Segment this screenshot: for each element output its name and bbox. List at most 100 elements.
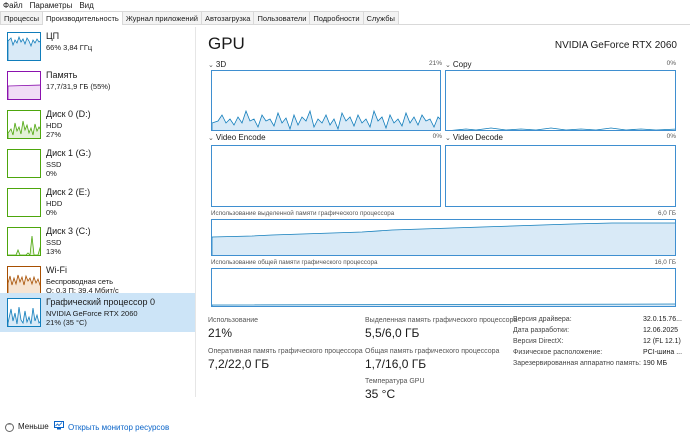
memory-mini-graph — [7, 71, 41, 100]
engine-percent: 0% — [666, 133, 676, 140]
driver-date-label: Дата разработки: — [513, 327, 570, 334]
tab-users[interactable]: Пользователи — [253, 11, 311, 24]
engine-label: 3D — [215, 60, 227, 69]
reserved-memory-value: 190 МБ — [643, 360, 668, 367]
sidebar-item-title: Графический процессор 0 — [46, 297, 156, 307]
gpu-mini-graph — [7, 298, 41, 327]
menu-options[interactable]: Параметры — [30, 0, 73, 11]
engine-video-encode-selector[interactable]: ⌄ Video Encode — [208, 133, 266, 143]
sidebar-item-type: HDD — [46, 121, 63, 130]
sidebar-item-disk-1[interactable]: Диск 1 (G:) SSD 0% — [0, 144, 195, 183]
menu-view[interactable]: Вид — [79, 0, 93, 11]
gpu-model-name: NVIDIA GeForce RTX 2060 — [554, 40, 677, 51]
physical-location-value: PCI-шина ... — [643, 349, 683, 356]
sidebar-item-type: SSD — [46, 160, 62, 169]
dedicated-memory-value: 5,5/6,0 ГБ — [365, 326, 420, 340]
engine-label: Copy — [452, 60, 472, 69]
engine-video-decode-selector[interactable]: ⌄ Video Decode — [445, 133, 503, 143]
engine-percent: 0% — [666, 60, 676, 67]
bottom-bar: ⌃ Меньше Открыть монитор ресурсов — [0, 419, 690, 437]
engine-video-encode-graph — [211, 145, 441, 207]
open-resource-monitor-link[interactable]: Открыть монитор ресурсов — [54, 420, 169, 435]
sidebar-item-title: Диск 2 (E:) — [46, 187, 91, 197]
sidebar-item-usage: 21% (35 °C) — [46, 318, 87, 327]
sidebar-item-model: NVIDIA GeForce RTX 2060 — [46, 309, 138, 318]
dedicated-memory-graph-max: 6,0 ГБ — [657, 210, 676, 217]
engine-3d-selector[interactable]: ⌄ 3D — [208, 60, 226, 70]
sidebar-item-title: Память — [46, 70, 78, 80]
gpu-temperature-value: 35 °C — [365, 387, 396, 401]
chevron-down-icon: ⌄ — [208, 135, 214, 142]
sidebar-item-detail: 17,7/31,9 ГБ (55%) — [46, 82, 111, 91]
fewer-details-button[interactable]: ⌃ Меньше — [5, 420, 49, 434]
tab-startup[interactable]: Автозагрузка — [200, 11, 255, 24]
sidebar: ЦП 66% 3,84 ГГц Память 17,7/31,9 ГБ (55%… — [0, 27, 196, 397]
wifi-mini-graph — [7, 266, 41, 295]
engine-copy-selector[interactable]: ⌄ Copy — [445, 60, 472, 70]
sidebar-item-memory[interactable]: Память 17,7/31,9 ГБ (55%) — [0, 66, 195, 105]
engine-label: Video Encode — [215, 133, 266, 142]
sidebar-item-disk-2[interactable]: Диск 2 (E:) HDD 0% — [0, 183, 195, 222]
engine-3d-plot — [212, 109, 440, 130]
menu-file[interactable]: Файл — [3, 0, 23, 11]
tab-processes[interactable]: Процессы — [0, 11, 44, 24]
sidebar-item-usage: 27% — [46, 130, 62, 139]
dedicated-memory-plot — [212, 222, 675, 255]
sidebar-item-usage: 0% — [46, 169, 57, 178]
driver-version-value: 32.0.15.76... — [643, 316, 682, 323]
shared-memory-label: Общая память графического процессора — [365, 348, 500, 355]
chevron-down-icon: ⌄ — [208, 62, 214, 69]
tab-details[interactable]: Подробности — [309, 11, 364, 24]
utilization-label: Использование — [208, 317, 259, 324]
gpu-temperature-label: Температура GPU — [365, 378, 425, 385]
directx-version-value: 12 (FL 12.1) — [643, 338, 681, 345]
engine-percent: 0% — [432, 133, 442, 140]
sidebar-item-title: Диск 3 (C:) — [46, 226, 91, 236]
sidebar-item-usage: 13% — [46, 247, 62, 256]
reserved-memory-label: Зарезервированная аппаратно память: — [513, 360, 641, 367]
sidebar-item-title: Диск 1 (G:) — [46, 148, 92, 158]
disk-mini-graph — [7, 188, 41, 217]
tab-bar: Процессы Производительность Журнал прило… — [0, 11, 690, 25]
engine-copy-plot — [451, 127, 675, 130]
sidebar-item-title: Wi-Fi — [46, 265, 67, 275]
driver-version-label: Версия драйвера: — [513, 316, 572, 323]
shared-memory-graph-label: Использование общей памяти графического … — [211, 259, 378, 266]
sidebar-item-usage: 0% — [46, 208, 57, 217]
chevron-up-icon: ⌃ — [5, 422, 14, 432]
dedicated-memory-graph — [211, 219, 676, 256]
sidebar-item-type: HDD — [46, 199, 63, 208]
engine-copy-graph — [445, 70, 676, 131]
shared-memory-graph — [211, 268, 676, 307]
engine-label: Video Decode — [452, 133, 503, 142]
sidebar-item-adapter: Беспроводная сеть — [46, 277, 114, 286]
engine-3d-graph — [211, 70, 441, 131]
disk-mini-graph — [7, 227, 41, 256]
disk-mini-graph — [7, 110, 41, 139]
shared-memory-graph-max: 16,0 ГБ — [654, 259, 676, 266]
tab-services[interactable]: Службы — [362, 11, 399, 24]
sidebar-item-disk-0[interactable]: Диск 0 (D:) HDD 27% — [0, 105, 195, 144]
sidebar-item-type: SSD — [46, 238, 62, 247]
shared-memory-plot — [212, 303, 675, 306]
sidebar-item-title: ЦП — [46, 31, 60, 41]
sidebar-item-cpu[interactable]: ЦП 66% 3,84 ГГц — [0, 27, 195, 66]
sidebar-item-gpu-0[interactable]: Графический процессор 0 NVIDIA GeForce R… — [0, 293, 195, 332]
engine-percent: 21% — [428, 60, 442, 67]
shared-memory-value: 1,7/16,0 ГБ — [365, 357, 427, 371]
gpu-panel: GPU NVIDIA GeForce RTX 2060 ⌄ 3D 21% ⌄ Cop… — [205, 32, 685, 402]
fewer-details-label: Меньше — [18, 422, 49, 431]
tab-app-history[interactable]: Журнал приложений — [121, 11, 202, 24]
sidebar-item-detail: 66% 3,84 ГГц — [46, 43, 93, 52]
tab-performance[interactable]: Производительность — [42, 11, 123, 25]
gpu-memory-label: Оперативная память графического процессо… — [208, 348, 363, 355]
engine-video-decode-graph — [445, 145, 676, 207]
sidebar-item-disk-3[interactable]: Диск 3 (C:) SSD 13% — [0, 222, 195, 261]
dedicated-memory-label: Выделенная память графического процессор… — [365, 317, 518, 324]
directx-version-label: Версия DirectX: — [513, 338, 564, 345]
physical-location-label: Физическое расположение: — [513, 349, 603, 356]
menu-bar: Файл Параметры Вид — [0, 0, 690, 11]
utilization-value: 21% — [208, 326, 233, 340]
resource-monitor-icon — [54, 420, 64, 435]
dedicated-memory-graph-label: Использование выделенной памяти графичес… — [211, 210, 395, 217]
